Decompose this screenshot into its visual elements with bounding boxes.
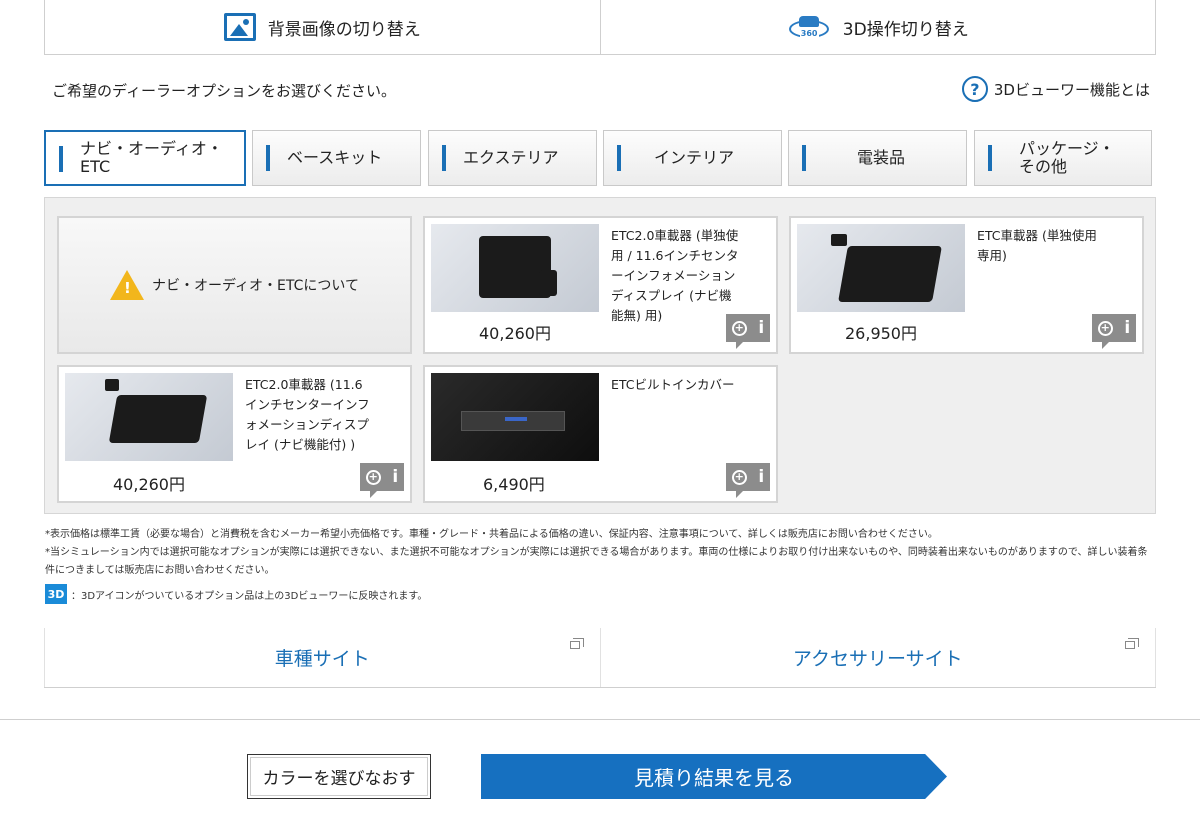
car-site-link[interactable]: 車種サイト xyxy=(44,628,600,687)
background-toggle-button[interactable]: 背景画像の切り替え xyxy=(45,0,600,54)
navi-audio-etc-info-card[interactable]: ナビ・オーディオ・ETCについて xyxy=(57,216,412,354)
product-image xyxy=(797,224,965,312)
section-divider xyxy=(0,719,1200,720)
product-price: 40,260円 xyxy=(479,324,551,343)
tab-interior[interactable]: インテリア xyxy=(603,130,782,186)
product-panel: ナビ・オーディオ・ETCについて ETC2.0車載器 (単独使用 / 11.6イ… xyxy=(44,197,1156,514)
tab-exterior[interactable]: エクステリア xyxy=(428,130,597,186)
product-name: ETCビルトインカバー xyxy=(611,377,735,392)
icon-360-text: 360 xyxy=(799,29,819,38)
external-window-icon xyxy=(569,638,584,649)
category-tabs: ナビ・オーディオ・ETC ベースキット エクステリア インテリア 電装品 パッケ… xyxy=(44,130,1156,186)
3d-viewer-help-link[interactable]: ? 3Dビューワー機能とは xyxy=(961,76,1150,102)
info-icon: i xyxy=(758,467,765,487)
3d-badge-icon: 3D xyxy=(45,584,67,604)
zoom-icon: + xyxy=(1097,320,1113,336)
note-line-1: *表示価格は標準工賃（必要な場合）と消費税を含むメーカー希望小売価格です。車種・… xyxy=(45,529,938,540)
car-360-icon: 360 xyxy=(787,12,831,42)
tab-electrical[interactable]: 電装品 xyxy=(788,130,967,186)
external-window-icon xyxy=(1125,638,1139,649)
zoom-icon: + xyxy=(731,320,747,336)
help-link-label: 3Dビューワー機能とは xyxy=(993,80,1150,99)
accessory-site-link[interactable]: アクセサリーサイト xyxy=(599,628,1156,687)
product-image xyxy=(65,373,233,461)
3d-operation-toggle-label: 3D操作切り替え xyxy=(842,19,969,40)
zoom-info-button[interactable]: + i xyxy=(726,463,770,498)
product-card[interactable]: ETCビルトインカバー 6,490円 + i xyxy=(423,365,778,503)
price-notes: *表示価格は標準工賃（必要な場合）と消費税を含むメーカー希望小売価格です。車種・… xyxy=(45,526,1155,580)
info-icon: i xyxy=(758,318,765,338)
tab-label: ベースキット xyxy=(287,148,383,167)
zoom-info-button[interactable]: + i xyxy=(360,463,404,498)
tab-label: ナビ・オーディオ・ETC xyxy=(80,139,223,176)
external-links: 車種サイト アクセサリーサイト xyxy=(44,628,1156,688)
note-line-2: *当シミュレーション内では選択可能なオプションが実際には選択できない、また選択不… xyxy=(45,547,1148,576)
product-card[interactable]: ETC2.0車載器 (単独使用 / 11.6インチセンターインフォメーションディ… xyxy=(423,216,778,354)
tab-label: パッケージ・その他 xyxy=(1019,139,1115,176)
reselect-color-button[interactable]: カラーを選びなおす xyxy=(247,754,431,799)
tab-label: インテリア xyxy=(654,148,735,167)
zoom-info-button[interactable]: + i xyxy=(726,314,770,349)
tab-package-other[interactable]: パッケージ・その他 xyxy=(974,130,1152,186)
product-name: ETC車載器 (単独使用専用) xyxy=(977,228,1097,263)
question-icon: ? xyxy=(961,76,988,102)
zoom-info-button[interactable]: + i xyxy=(1092,314,1136,349)
product-card[interactable]: ETC車載器 (単独使用専用) 26,950円 + i xyxy=(789,216,1144,354)
info-icon: i xyxy=(1124,318,1131,338)
product-price: 40,260円 xyxy=(113,475,185,494)
background-toggle-label: 背景画像の切り替え xyxy=(267,19,421,40)
tab-label: エクステリア xyxy=(463,148,559,167)
product-price: 26,950円 xyxy=(845,324,917,343)
info-icon: i xyxy=(392,467,399,487)
car-site-label: 車種サイト xyxy=(274,648,370,670)
product-image xyxy=(431,224,599,312)
tab-base-kit[interactable]: ベースキット xyxy=(252,130,421,186)
product-name: ETC2.0車載器 (11.6インチセンターインフォメーションディスプレイ (ナ… xyxy=(245,377,370,452)
product-card[interactable]: ETC2.0車載器 (11.6インチセンターインフォメーションディスプレイ (ナ… xyxy=(57,365,412,503)
warning-icon xyxy=(110,270,145,300)
product-name: ETC2.0車載器 (単独使用 / 11.6インチセンターインフォメーションディ… xyxy=(611,228,739,323)
view-toggle-bar: 背景画像の切り替え 360 3D操作切り替え xyxy=(44,0,1156,55)
view-estimate-button[interactable]: 見積り結果を見る xyxy=(481,754,947,799)
3d-badge-text: ：3Dアイコンがついているオプション品は上の3Dビューワーに反映されます。 xyxy=(71,590,428,602)
product-price: 6,490円 xyxy=(483,475,545,494)
accessory-site-label: アクセサリーサイト xyxy=(792,648,963,670)
tab-label: 電装品 xyxy=(857,148,906,167)
zoom-icon: + xyxy=(731,469,747,485)
info-card-label: ナビ・オーディオ・ETCについて xyxy=(152,278,359,294)
intro-text: ご希望のディーラーオプションをお選びください。 xyxy=(52,82,396,100)
image-icon xyxy=(223,13,256,41)
3d-badge-note: 3D ：3Dアイコンがついているオプション品は上の3Dビューワーに反映されます。 xyxy=(45,584,427,604)
zoom-icon: + xyxy=(365,469,381,485)
product-image xyxy=(431,373,599,461)
3d-operation-toggle-button[interactable]: 360 3D操作切り替え xyxy=(599,0,1156,54)
tab-navi-audio-etc[interactable]: ナビ・オーディオ・ETC xyxy=(44,130,246,186)
